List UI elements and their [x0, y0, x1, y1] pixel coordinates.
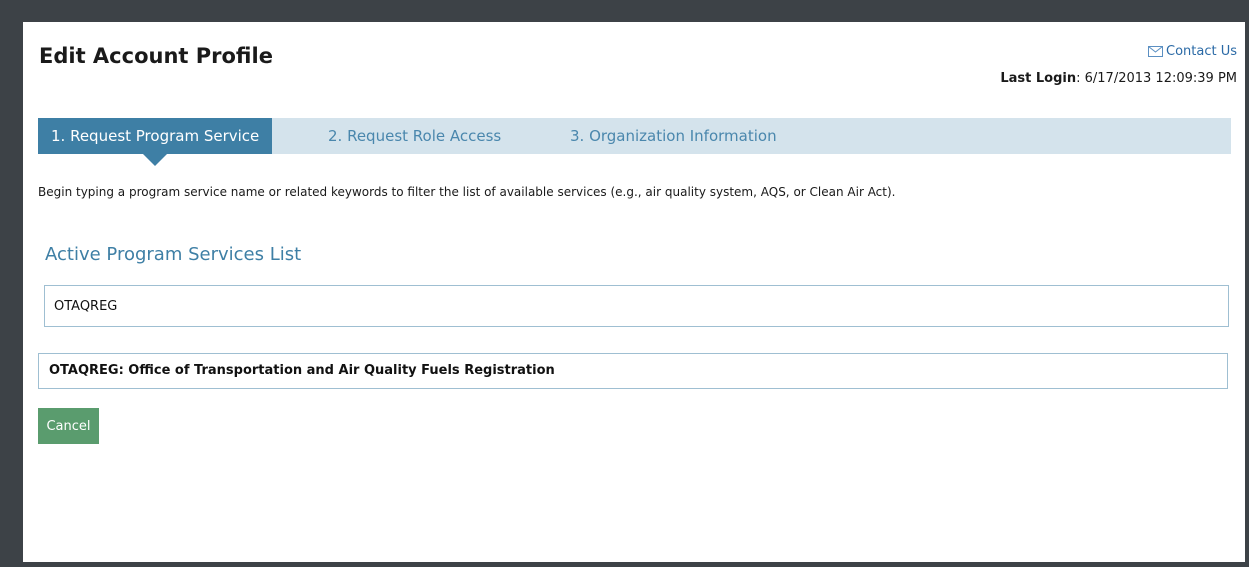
- contact-us-label[interactable]: Contact Us: [1166, 44, 1237, 59]
- window-frame: Edit Account Profile Contact Us Last Log…: [0, 0, 1249, 567]
- last-login-label: Last Login: [1000, 71, 1077, 86]
- step-tabs: 1. Request Program Service 2. Request Ro…: [38, 118, 1231, 166]
- tab-request-role-access[interactable]: 2. Request Role Access: [328, 118, 501, 154]
- page-title: Edit Account Profile: [39, 44, 273, 68]
- last-login: Last Login: 6/17/2013 12:09:39 PM: [1000, 71, 1237, 86]
- service-result-item[interactable]: OTAQREG: Office of Transportation and Ai…: [38, 353, 1228, 389]
- tab-organization-information[interactable]: 3. Organization Information: [570, 118, 777, 154]
- section-title: Active Program Services List: [45, 244, 302, 265]
- contact-us-link[interactable]: Contact Us: [1148, 44, 1237, 59]
- tab-request-program-service[interactable]: 1. Request Program Service: [38, 118, 273, 166]
- last-login-value: : 6/17/2013 12:09:39 PM: [1076, 71, 1237, 86]
- cancel-button[interactable]: Cancel: [38, 408, 99, 444]
- mail-icon: [1148, 46, 1163, 57]
- program-service-search-input[interactable]: [44, 285, 1229, 327]
- instructions-text: Begin typing a program service name or r…: [38, 185, 896, 199]
- main-panel: Edit Account Profile Contact Us Last Log…: [23, 22, 1245, 562]
